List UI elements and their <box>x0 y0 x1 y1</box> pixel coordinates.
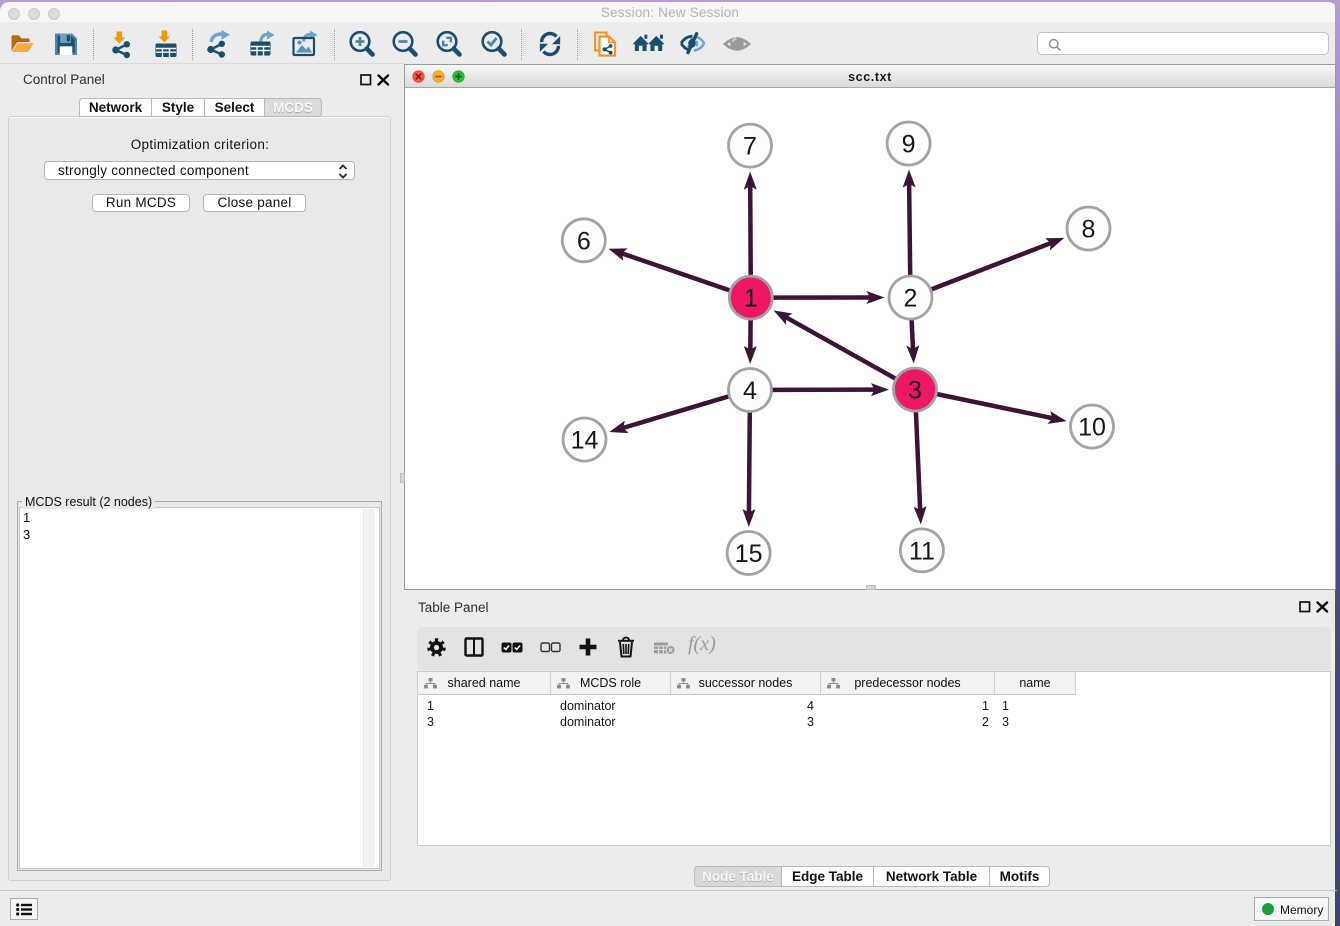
svg-text:1: 1 <box>744 285 758 313</box>
svg-text:11: 11 <box>909 537 935 565</box>
svg-text:2: 2 <box>904 285 918 313</box>
svg-text:7: 7 <box>743 133 757 161</box>
svg-text:10: 10 <box>1078 414 1106 442</box>
svg-text:8: 8 <box>1082 216 1096 244</box>
svg-text:4: 4 <box>743 377 757 405</box>
svg-text:15: 15 <box>735 540 763 568</box>
svg-text:9: 9 <box>902 131 916 159</box>
svg-text:14: 14 <box>571 427 599 455</box>
svg-text:3: 3 <box>908 377 922 405</box>
svg-text:6: 6 <box>577 227 591 255</box>
